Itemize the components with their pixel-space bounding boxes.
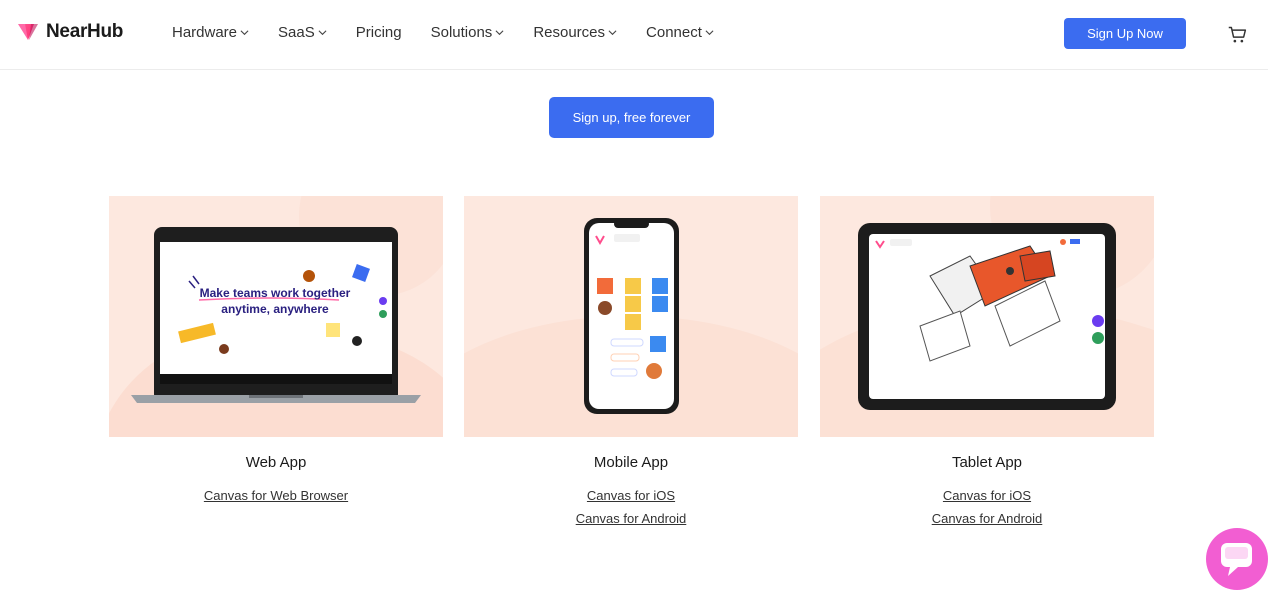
nav-solutions[interactable]: Solutions [431,24,505,41]
canvas-web-browser-link[interactable]: Canvas for Web Browser [109,488,443,503]
nearhub-logo-icon [18,24,38,40]
site-header: NearHub Hardware SaaS Pricing Solutions … [0,0,1268,70]
tablet-illustration [820,196,1154,437]
nav-connect[interactable]: Connect [646,24,714,41]
canvas-android-link[interactable]: Canvas for Android [464,511,798,526]
nav-saas[interactable]: SaaS [278,24,327,41]
tablet-app-image [820,196,1154,437]
nav-label: Resources [533,24,606,41]
nav-label: Pricing [355,24,402,41]
canvas-ios-link[interactable]: Canvas for iOS [464,488,798,503]
chevron-down-icon [318,30,327,36]
brand-name: NearHub [46,21,124,42]
phone-illustration [464,218,798,437]
screen-headline: Make teams work together anytime, anywhe… [195,285,355,317]
screen-headline-line-2: anytime, anywhere [221,302,329,316]
canvas-ios-link[interactable]: Canvas for iOS [820,488,1154,503]
cart-icon[interactable] [1227,24,1248,45]
mobile-app-image [464,196,798,437]
card-title: Web App [245,454,307,471]
sign-up-free-button[interactable]: Sign up, free forever [549,97,714,138]
main-nav: Hardware SaaS Pricing Solutions Resource… [172,24,743,41]
nav-resources[interactable]: Resources [533,24,617,41]
nav-label: Hardware [172,24,238,41]
nav-pricing[interactable]: Pricing [356,24,402,41]
canvas-android-link[interactable]: Canvas for Android [820,511,1154,526]
chevron-down-icon [240,30,249,36]
chat-icon [1221,543,1252,576]
chevron-down-icon [495,30,504,36]
sign-up-now-button[interactable]: Sign Up Now [1064,18,1186,49]
chat-widget-button[interactable] [1206,528,1268,590]
tablet-app-card: Tablet App Canvas for iOS Canvas for And… [820,196,1154,526]
card-title: Tablet App [951,454,1023,471]
web-app-image: Make teams work together anytime, anywhe… [109,196,443,437]
nav-label: Solutions [430,24,493,41]
mobile-app-card: Mobile App Canvas for iOS Canvas for And… [464,196,798,526]
nav-label: SaaS [278,24,315,41]
nav-label: Connect [646,24,702,41]
nav-hardware[interactable]: Hardware [172,24,249,41]
web-app-card: Make teams work together anytime, anywhe… [109,196,443,503]
screen-headline-line-1: Make teams work together [199,286,351,300]
chevron-down-icon [608,30,617,36]
card-title: Mobile App [593,454,669,471]
chevron-down-icon [705,30,714,36]
brand-logo[interactable]: NearHub [16,20,123,44]
